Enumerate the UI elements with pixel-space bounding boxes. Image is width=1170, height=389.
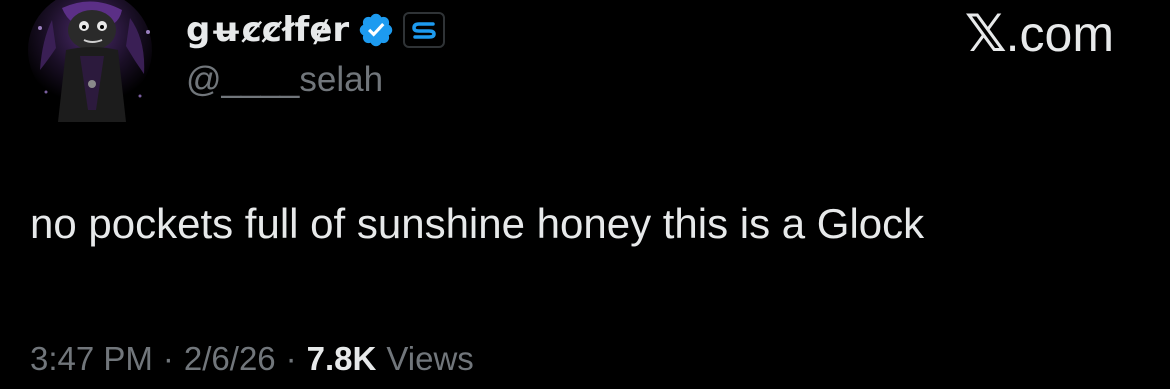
- verified-check-icon[interactable]: [357, 11, 395, 49]
- tweet-date[interactable]: 2/6/26: [184, 340, 276, 378]
- views-count[interactable]: 7.8K: [307, 340, 377, 378]
- views-label: Views: [386, 340, 474, 377]
- watermark: 𝕏 .com: [965, 4, 1114, 64]
- author-display-name[interactable]: gʉȼȼłfɇr: [186, 10, 349, 50]
- tweet-time[interactable]: 3:47 PM: [30, 340, 153, 378]
- author-name-row: gʉȼȼłfɇr: [186, 6, 446, 54]
- avatar[interactable]: [22, 0, 162, 122]
- author-handle[interactable]: @____selah: [186, 60, 383, 100]
- tweet-metadata: 3:47 PM · 2/6/26 · 7.8K Views: [30, 340, 474, 378]
- tweet-card: gʉȼȼłfɇr @____selah 𝕏 .com no pockets ful…: [0, 0, 1170, 389]
- avatar-image: [22, 0, 162, 122]
- separator-dot: ·: [285, 340, 297, 377]
- tweet-text: no pockets full of sunshine honey this i…: [30, 200, 925, 247]
- subscription-s-icon[interactable]: [403, 12, 446, 48]
- watermark-domain: .com: [1005, 6, 1114, 62]
- separator-dot: ·: [162, 340, 174, 377]
- x-logo-icon: 𝕏: [964, 4, 1007, 64]
